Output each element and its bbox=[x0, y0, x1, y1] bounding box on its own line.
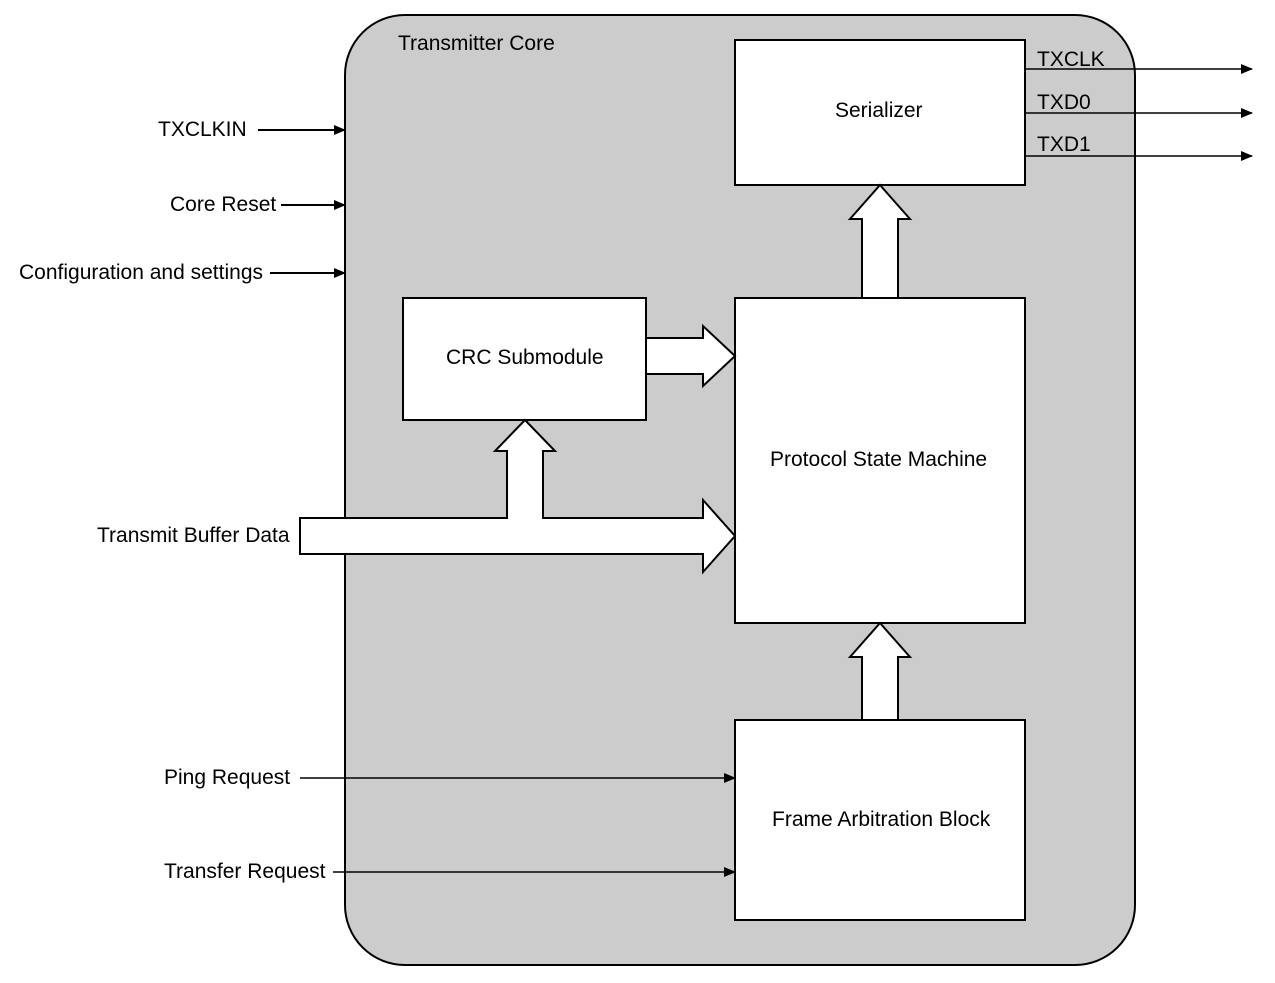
txbuf-label: Transmit Buffer Data bbox=[97, 524, 290, 548]
txd0-label: TXD0 bbox=[1037, 91, 1091, 115]
core-reset-label: Core Reset bbox=[170, 193, 276, 217]
txclk-label: TXCLK bbox=[1037, 48, 1105, 72]
title-label: Transmitter Core bbox=[398, 32, 555, 56]
txd1-label: TXD1 bbox=[1037, 133, 1091, 157]
config-label: Configuration and settings bbox=[19, 261, 263, 285]
txclkin-label: TXCLKIN bbox=[158, 118, 247, 142]
serializer-label: Serializer bbox=[835, 99, 923, 123]
diagram-canvas: Transmitter Core Serializer CRC Submodul… bbox=[0, 0, 1275, 983]
fab-label: Frame Arbitration Block bbox=[772, 808, 990, 832]
transfer-label: Transfer Request bbox=[164, 860, 325, 884]
psm-label: Protocol State Machine bbox=[770, 448, 987, 472]
ping-label: Ping Request bbox=[164, 766, 290, 790]
crc-label: CRC Submodule bbox=[446, 346, 604, 370]
